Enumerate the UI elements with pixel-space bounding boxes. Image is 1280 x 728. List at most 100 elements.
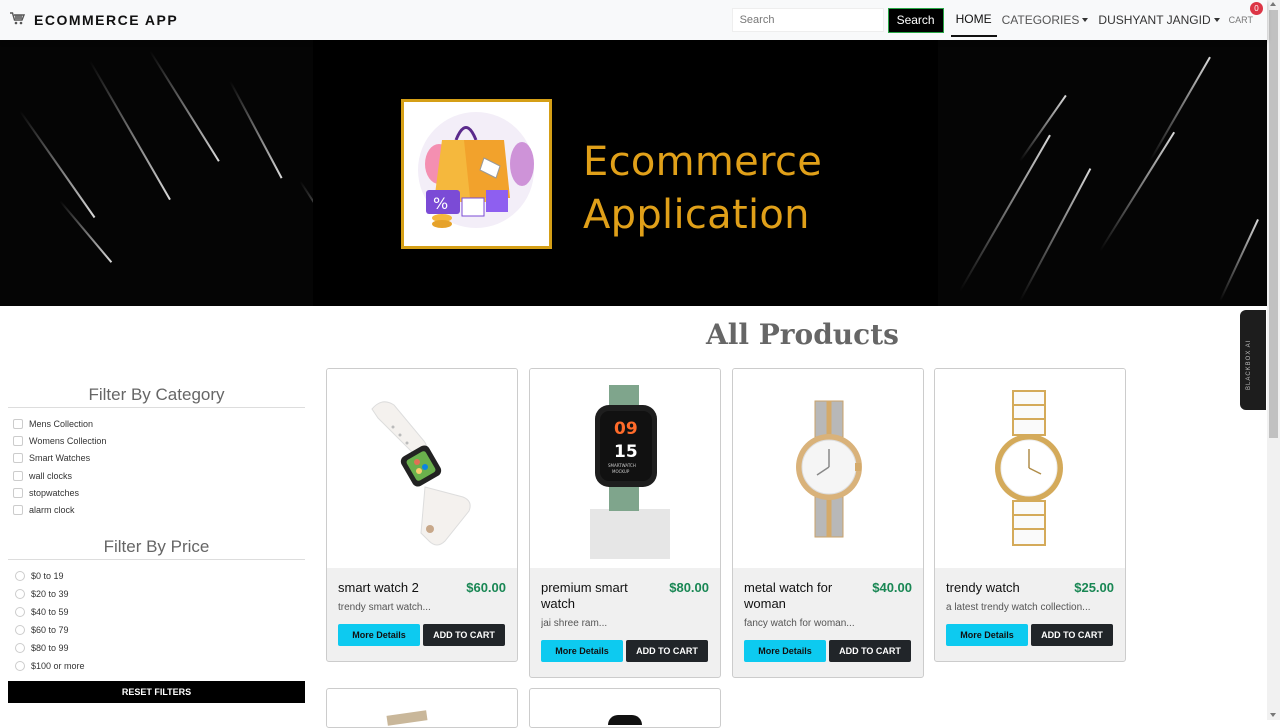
- shopping-cart-icon: [10, 12, 26, 28]
- radio-button[interactable]: [15, 660, 25, 671]
- more-details-button[interactable]: More Details: [338, 624, 420, 646]
- product-image: 09 15 SMARTWATCH MOCKUP: [530, 369, 720, 568]
- price-radio-row[interactable]: $40 to 59: [8, 603, 305, 621]
- nav-user-dropdown[interactable]: DUSHYANT JANGID: [1093, 0, 1224, 40]
- product-price: $80.00: [669, 580, 709, 595]
- checkbox[interactable]: [13, 453, 23, 464]
- shopping-bag-logo: %: [401, 99, 552, 249]
- price-label: $20 to 39: [31, 588, 69, 599]
- svg-text:09: 09: [614, 419, 638, 439]
- reset-filters-button[interactable]: RESET FILTERS: [8, 681, 305, 703]
- product-price: $25.00: [1074, 580, 1114, 595]
- radio-button[interactable]: [15, 624, 25, 635]
- price-radio-row[interactable]: $20 to 39: [8, 585, 305, 603]
- navbar: ECOMMERCE APP Search HOME CATEGORIES DUS…: [0, 0, 1267, 40]
- checkbox[interactable]: [13, 418, 23, 429]
- add-to-cart-button[interactable]: ADD TO CART: [423, 624, 505, 646]
- radio-button[interactable]: [15, 642, 25, 653]
- scrollbar-thumb[interactable]: [1269, 10, 1278, 438]
- checkbox[interactable]: [13, 505, 23, 516]
- price-radio-row[interactable]: $80 to 99: [8, 639, 305, 657]
- category-label: wall clocks: [29, 470, 73, 481]
- price-label: $60 to 79: [31, 624, 69, 635]
- product-card: trendy watch $25.00 a latest trendy watch…: [934, 368, 1126, 662]
- category-label: Smart Watches: [29, 453, 91, 464]
- add-to-cart-button[interactable]: ADD TO CART: [1031, 624, 1113, 646]
- category-checkbox-row[interactable]: wall clocks: [8, 467, 305, 484]
- product-image: [386, 710, 428, 726]
- category-label: Womens Collection: [29, 435, 107, 446]
- price-filter-title: Filter By Price: [8, 537, 305, 560]
- radio-button[interactable]: [15, 570, 25, 581]
- blackbox-ai-widget[interactable]: BLACKBOX AI: [1240, 310, 1266, 410]
- scroll-down-arrow-icon[interactable]: [1270, 713, 1276, 717]
- add-to-cart-button[interactable]: ADD TO CART: [829, 640, 911, 662]
- product-price: $40.00: [872, 580, 912, 595]
- price-label: $100 or more: [31, 660, 85, 671]
- category-checkbox-row[interactable]: Mens Collection: [8, 415, 305, 432]
- svg-text:%: %: [433, 194, 448, 213]
- product-name: metal watch for woman: [744, 580, 833, 611]
- price-label: $40 to 59: [31, 606, 69, 617]
- price-radio-row[interactable]: $60 to 79: [8, 621, 305, 639]
- product-card: [326, 688, 518, 728]
- category-checkbox-row[interactable]: Smart Watches: [8, 450, 305, 467]
- product-image: [327, 369, 517, 568]
- nav-categories-dropdown[interactable]: CATEGORIES: [997, 0, 1094, 40]
- nav-cart-label: CART: [1228, 15, 1253, 25]
- page-title: All Products: [706, 318, 899, 351]
- scroll-up-arrow-icon[interactable]: [1270, 2, 1276, 6]
- search-input[interactable]: [731, 8, 884, 32]
- caret-down-icon: [1082, 18, 1089, 22]
- product-description: fancy watch for woman...: [744, 618, 855, 629]
- cart-count-badge: 0: [1250, 2, 1263, 15]
- product-card: [529, 688, 721, 728]
- brand-title: ECOMMERCE APP: [34, 12, 179, 28]
- category-label: Mens Collection: [29, 418, 94, 429]
- product-name: premium smart watch: [541, 580, 628, 611]
- checkbox[interactable]: [13, 487, 23, 498]
- banner-title-line1: Ecommerce: [583, 139, 823, 185]
- hero-banner: % Ecommerce Application: [0, 40, 1267, 306]
- brand[interactable]: ECOMMERCE APP: [10, 12, 178, 28]
- price-radio-row[interactable]: $0 to 19: [8, 567, 305, 585]
- blackbox-label: BLACKBOX AI: [1246, 339, 1252, 390]
- banner-title-line2: Application: [583, 192, 810, 238]
- svg-text:MOCKUP: MOCKUP: [612, 469, 630, 474]
- search-button[interactable]: Search: [887, 7, 944, 33]
- svg-text:15: 15: [614, 442, 638, 462]
- nav-home[interactable]: HOME: [950, 3, 997, 37]
- category-checkbox-row[interactable]: Womens Collection: [8, 432, 305, 449]
- banner-title: Ecommerce Application: [583, 136, 822, 242]
- page-scrollbar[interactable]: [1267, 0, 1280, 720]
- caret-down-icon: [1213, 18, 1220, 22]
- more-details-button[interactable]: More Details: [541, 640, 623, 662]
- category-filter-title: Filter By Category: [8, 385, 305, 408]
- svg-text:SMARTWATCH: SMARTWATCH: [608, 463, 636, 468]
- product-image: [608, 715, 642, 725]
- price-filter-list: $0 to 19 $20 to 39 $40 to 59 $60 to 79 $…: [8, 567, 305, 675]
- add-to-cart-button[interactable]: ADD TO CART: [626, 640, 708, 662]
- category-label: stopwatches: [29, 487, 80, 498]
- product-name: smart watch 2: [338, 580, 419, 595]
- product-price: $60.00: [466, 580, 506, 595]
- more-details-button[interactable]: More Details: [744, 640, 826, 662]
- filter-sidebar: Filter By Category Mens Collection Women…: [8, 385, 305, 675]
- category-filter-list: Mens Collection Womens Collection Smart …: [8, 415, 305, 519]
- price-radio-row[interactable]: $100 or more: [8, 657, 305, 675]
- nav-cart[interactable]: CART 0: [1228, 2, 1263, 25]
- category-label: alarm clock: [29, 505, 75, 516]
- price-label: $0 to 19: [31, 570, 64, 581]
- checkbox[interactable]: [13, 435, 23, 446]
- category-checkbox-row[interactable]: stopwatches: [8, 484, 305, 501]
- more-details-button[interactable]: More Details: [946, 624, 1028, 646]
- category-checkbox-row[interactable]: alarm clock: [8, 501, 305, 518]
- product-description: a latest trendy watch collection...: [946, 602, 1091, 613]
- radio-button[interactable]: [15, 588, 25, 599]
- product-description: jai shree ram...: [541, 618, 608, 629]
- radio-button[interactable]: [15, 606, 25, 617]
- product-card: 09 15 SMARTWATCH MOCKUP premium smart wa…: [529, 368, 721, 678]
- nav-categories-label: CATEGORIES: [1001, 13, 1080, 27]
- checkbox[interactable]: [13, 470, 23, 481]
- product-card: smart watch 2 $60.00 trendy smart watch..…: [326, 368, 518, 662]
